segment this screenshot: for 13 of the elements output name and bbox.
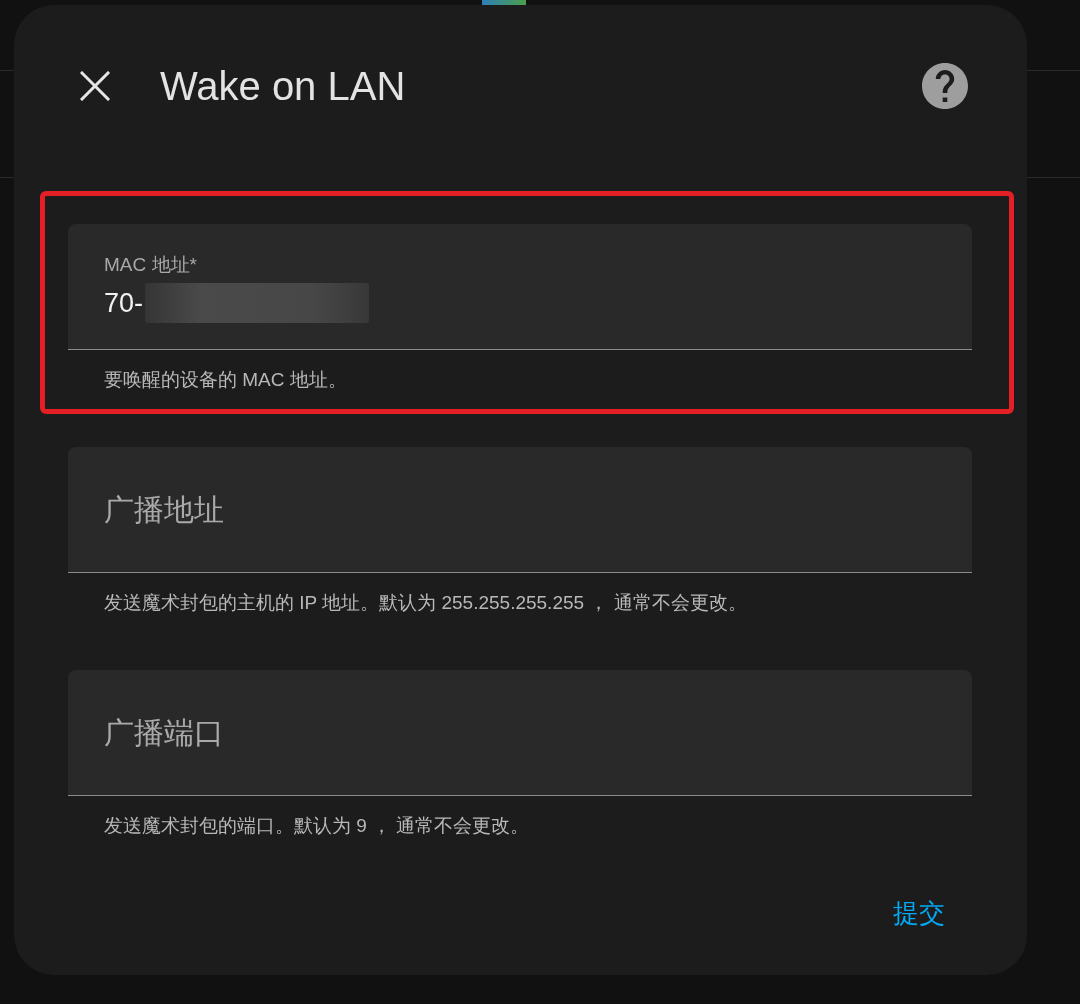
close-button[interactable] — [80, 71, 110, 101]
helper-text: 发送魔术封包的主机的 IP 地址。默认为 255.255.255.255 ， 通常不会更改。 — [104, 591, 747, 615]
helper-text: 要唤醒的设备的 MAC 地址。 — [104, 368, 347, 392]
submit-button[interactable]: 提交 — [885, 893, 953, 933]
text-field[interactable]: MAC 地址* 70- — [68, 224, 972, 350]
helper-text: 发送魔术封包的端口。默认为 9 ， 通常不会更改。 — [104, 814, 530, 838]
text-field[interactable]: 广播地址 — [68, 447, 972, 573]
text-field[interactable]: 广播端口 — [68, 670, 972, 796]
close-icon — [80, 71, 110, 101]
help-button[interactable] — [922, 63, 968, 109]
app-icon — [482, 0, 526, 5]
help-icon — [922, 63, 968, 109]
dialog-title: Wake on LAN — [160, 63, 406, 110]
